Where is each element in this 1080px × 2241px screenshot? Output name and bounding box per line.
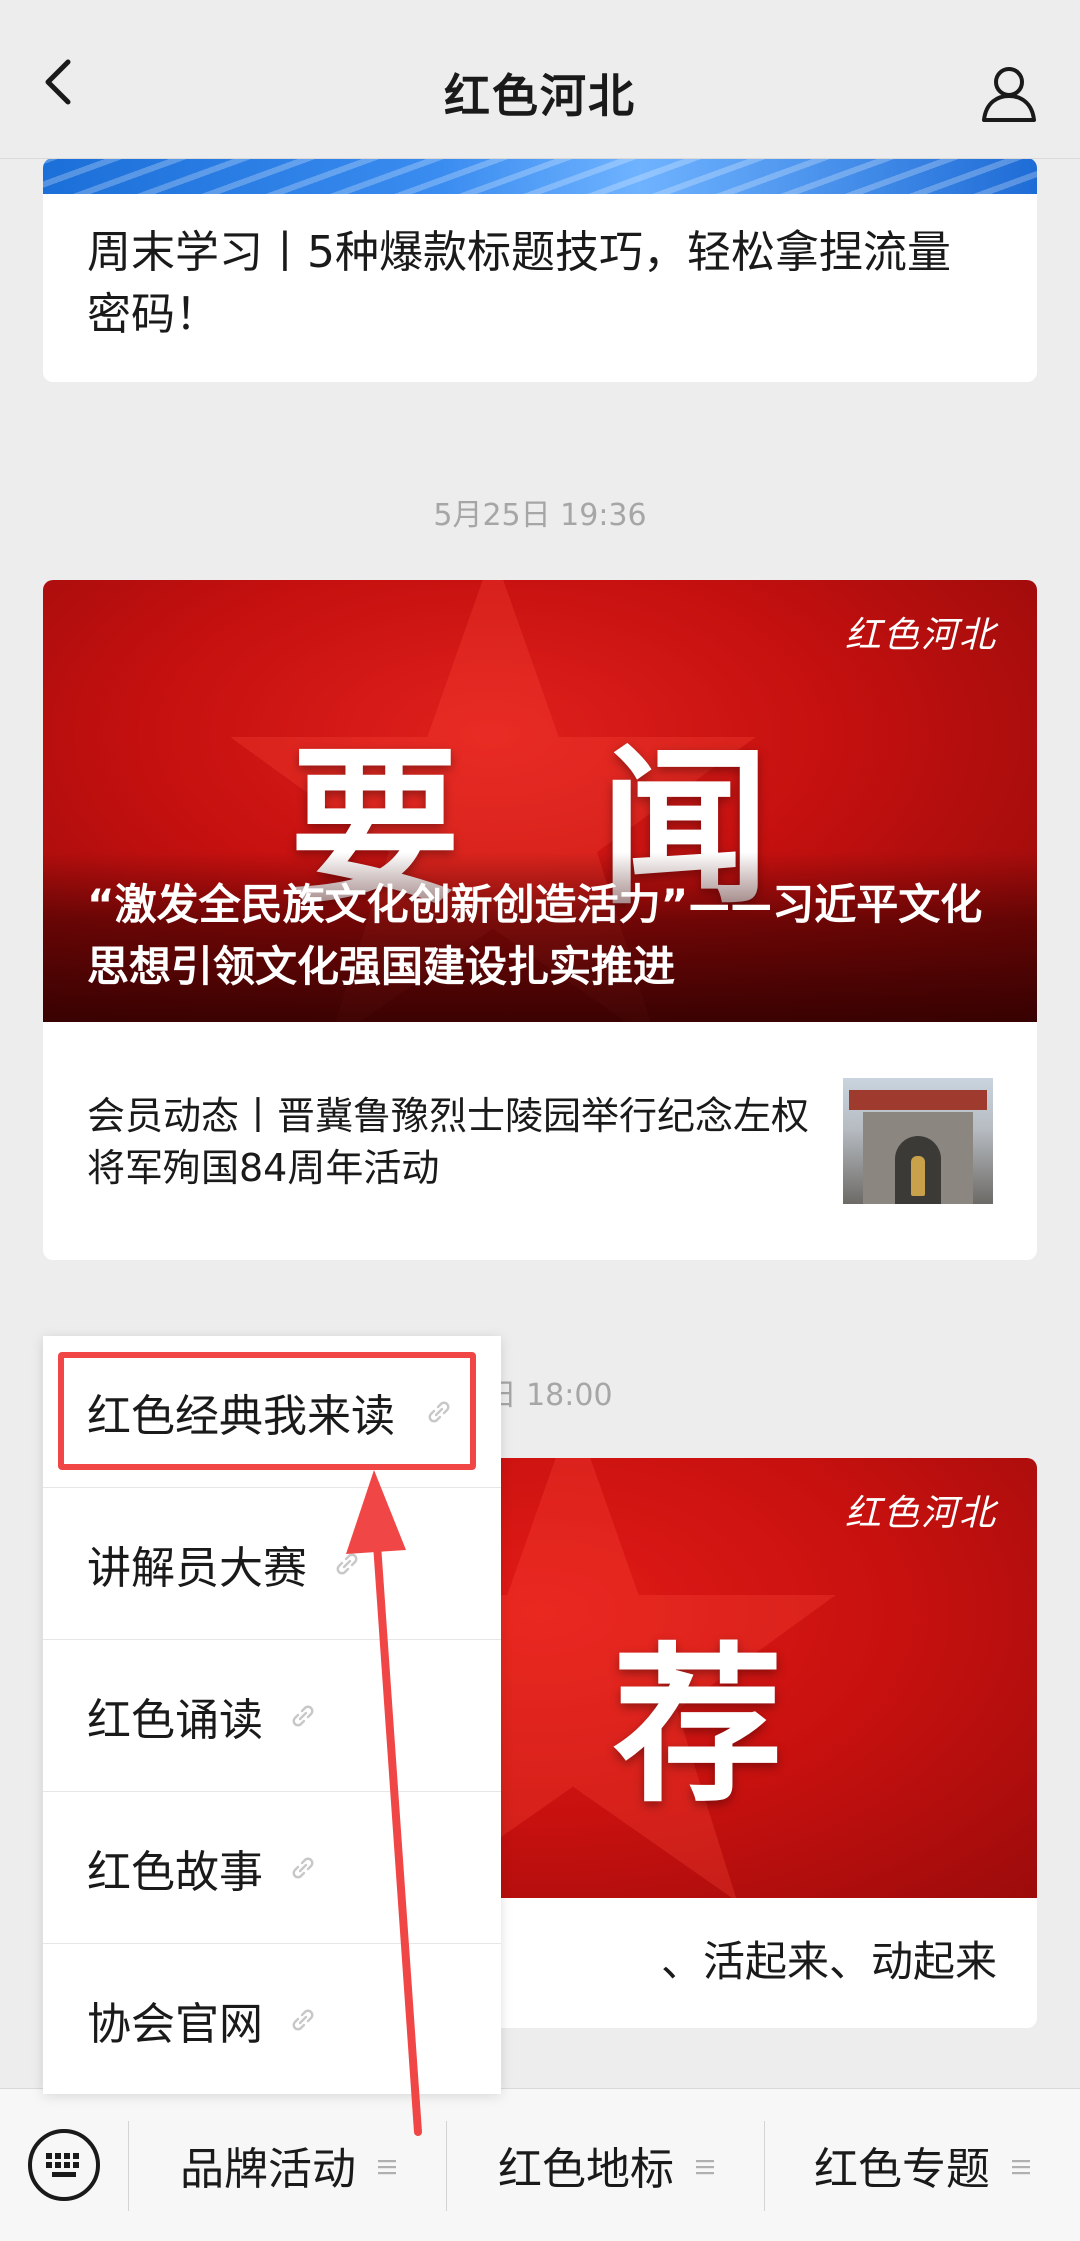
news-card[interactable]: 红色河北 要闻 “激发全民族文化创新创造活力”——习近平文化思想引领文化强国建设… [43, 580, 1037, 1260]
bottom-menu-bar: 品牌活动 红色地标 红色专题 [0, 2088, 1080, 2241]
banner-image [43, 158, 1037, 194]
article-thumbnail [843, 1078, 993, 1204]
link-icon [292, 2009, 314, 2030]
tab-label: 品牌活动 [180, 2144, 356, 2195]
menu-item-label: 红色诵读 [87, 1694, 263, 1746]
menu-lines-icon [696, 2160, 714, 2175]
sub-article-item[interactable]: 会员动态丨晋冀鲁豫烈士陵园举行纪念左权将军殉国84周年活动 [43, 1022, 1037, 1260]
message-timestamp: 5月25日 19:36 [433, 498, 647, 533]
keyboard-icon[interactable] [26, 2127, 102, 2203]
tab-label: 红色地标 [498, 2144, 674, 2195]
sub-article-title: 会员动态丨晋冀鲁豫烈士陵园举行纪念左权将军殉国84周年活动 [87, 1094, 810, 1190]
top-nav-bar: 红色河北 [0, 0, 1080, 159]
menu-item-label: 讲解员大赛 [87, 1542, 307, 1594]
menu-item-label: 协会官网 [87, 1998, 263, 2050]
tab-red-topics[interactable]: 红色专题 [764, 2089, 1080, 2241]
brand-logo: 红色河北 [844, 615, 997, 656]
headline-text: “激发全民族文化创新创造活力”——习近平文化思想引领文化强国建设扎实推进 [87, 880, 983, 991]
link-icon [292, 1705, 314, 1726]
highlight-annotation [58, 1352, 476, 1470]
article-title: 周末学习丨5种爆款标题技巧，轻松拿捏流量密码！ [87, 227, 951, 340]
article-card[interactable]: 周末学习丨5种爆款标题技巧，轻松拿捏流量密码！ [43, 158, 1037, 382]
tab-label: 红色专题 [814, 2144, 990, 2195]
hero-title: 荐 [613, 1628, 784, 1826]
link-icon [292, 1857, 314, 1878]
hero-image[interactable]: 红色河北 要闻 “激发全民族文化创新创造活力”——习近平文化思想引领文化强国建设… [43, 580, 1037, 1022]
page-title: 红色河北 [444, 69, 636, 123]
menu-lines-icon [1012, 2160, 1030, 2175]
person-icon[interactable] [978, 62, 1040, 124]
menu-item-label: 红色故事 [87, 1846, 263, 1898]
tab-divider [128, 2121, 129, 2211]
menu-lines-icon [378, 2160, 396, 2175]
tab-red-landmarks[interactable]: 红色地标 [448, 2089, 764, 2241]
brand-logo: 红色河北 [844, 1493, 997, 1534]
arrow-annotation-icon [346, 1470, 422, 2136]
